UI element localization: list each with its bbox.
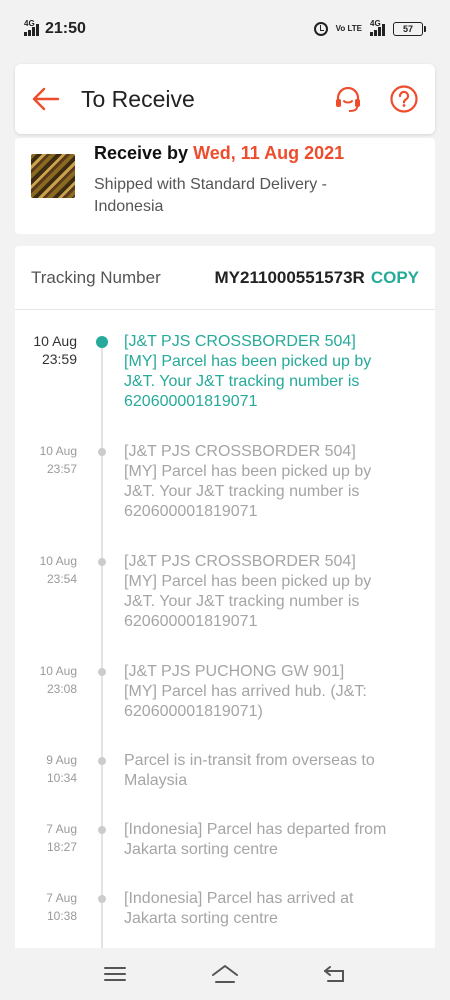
tracking-number: MY211000551573R (214, 267, 365, 287)
system-nav-bar (0, 948, 450, 1000)
tracking-number-label: Tracking Number (31, 267, 161, 287)
receive-by-text: Receive by Wed, 11 Aug 2021 (94, 143, 345, 163)
menu-icon[interactable] (95, 959, 135, 989)
tracking-number-row: Tracking Number MY211000551573R COPY (15, 246, 435, 310)
event-datetime: 10 Aug 23:08 (39, 664, 77, 696)
event-message: [J&T PJS PUCHONG GW 901] [MY] Parcel has … (124, 663, 367, 720)
event-datetime: 7 Aug 18:27 (46, 822, 77, 854)
timeline-dot (96, 336, 108, 348)
timeline-dot (98, 895, 106, 903)
tracking-card: Tracking Number MY211000551573R COPY 10 … (15, 246, 435, 1000)
timeline-dot (98, 668, 106, 676)
page-header: To Receive (15, 64, 435, 134)
event-message: [J&T PJS CROSSBORDER 504] [MY] Parcel has… (124, 553, 372, 630)
volte-indicator: Vo LTE (335, 24, 362, 33)
alarm-icon (313, 22, 328, 36)
shipping-method: Shipped with Standard Delivery - Indones… (94, 176, 328, 215)
home-icon[interactable] (205, 959, 245, 989)
event-datetime: 10 Aug 23:59 (33, 333, 77, 367)
timeline-dot (98, 757, 106, 765)
question-circle-icon[interactable] (389, 84, 419, 114)
status-bar: 4G 21:50 Vo LTE 4G 57 (0, 0, 450, 58)
timeline-dot (98, 448, 106, 456)
back-icon[interactable] (315, 959, 355, 989)
battery-icon: 57 (393, 22, 426, 36)
event-datetime: 10 Aug 23:54 (39, 554, 77, 586)
signal-icon: 4G (24, 19, 39, 36)
headset-icon[interactable] (333, 84, 363, 114)
event-message: Parcel is in-transit from overseas to Mal… (124, 752, 375, 789)
product-thumbnail[interactable] (31, 154, 75, 198)
timeline-dot (98, 558, 106, 566)
receive-date: Wed, 11 Aug 2021 (193, 143, 345, 163)
event-datetime: 7 Aug 10:38 (46, 891, 77, 923)
event-message: [Indonesia] Parcel has departed from Jaka… (124, 821, 387, 858)
page-title: To Receive (81, 85, 195, 112)
delivery-card: Receive by Wed, 11 Aug 2021 Shipped with… (15, 138, 435, 234)
event-datetime: 10 Aug 23:57 (39, 444, 77, 476)
event-message: [J&T PJS CROSSBORDER 504] [MY] Parcel has… (124, 333, 372, 410)
event-datetime: 9 Aug 10:34 (46, 753, 77, 785)
status-time: 21:50 (45, 20, 86, 37)
event-message: [Indonesia] Parcel has arrived at Jakarta… (124, 890, 354, 927)
event-message: [J&T PJS CROSSBORDER 504] [MY] Parcel has… (124, 443, 372, 520)
signal-icon-2: 4G (370, 19, 385, 36)
timeline-dot (98, 826, 106, 834)
arrow-left-icon[interactable] (31, 84, 61, 114)
copy-button[interactable]: COPY (371, 268, 419, 288)
